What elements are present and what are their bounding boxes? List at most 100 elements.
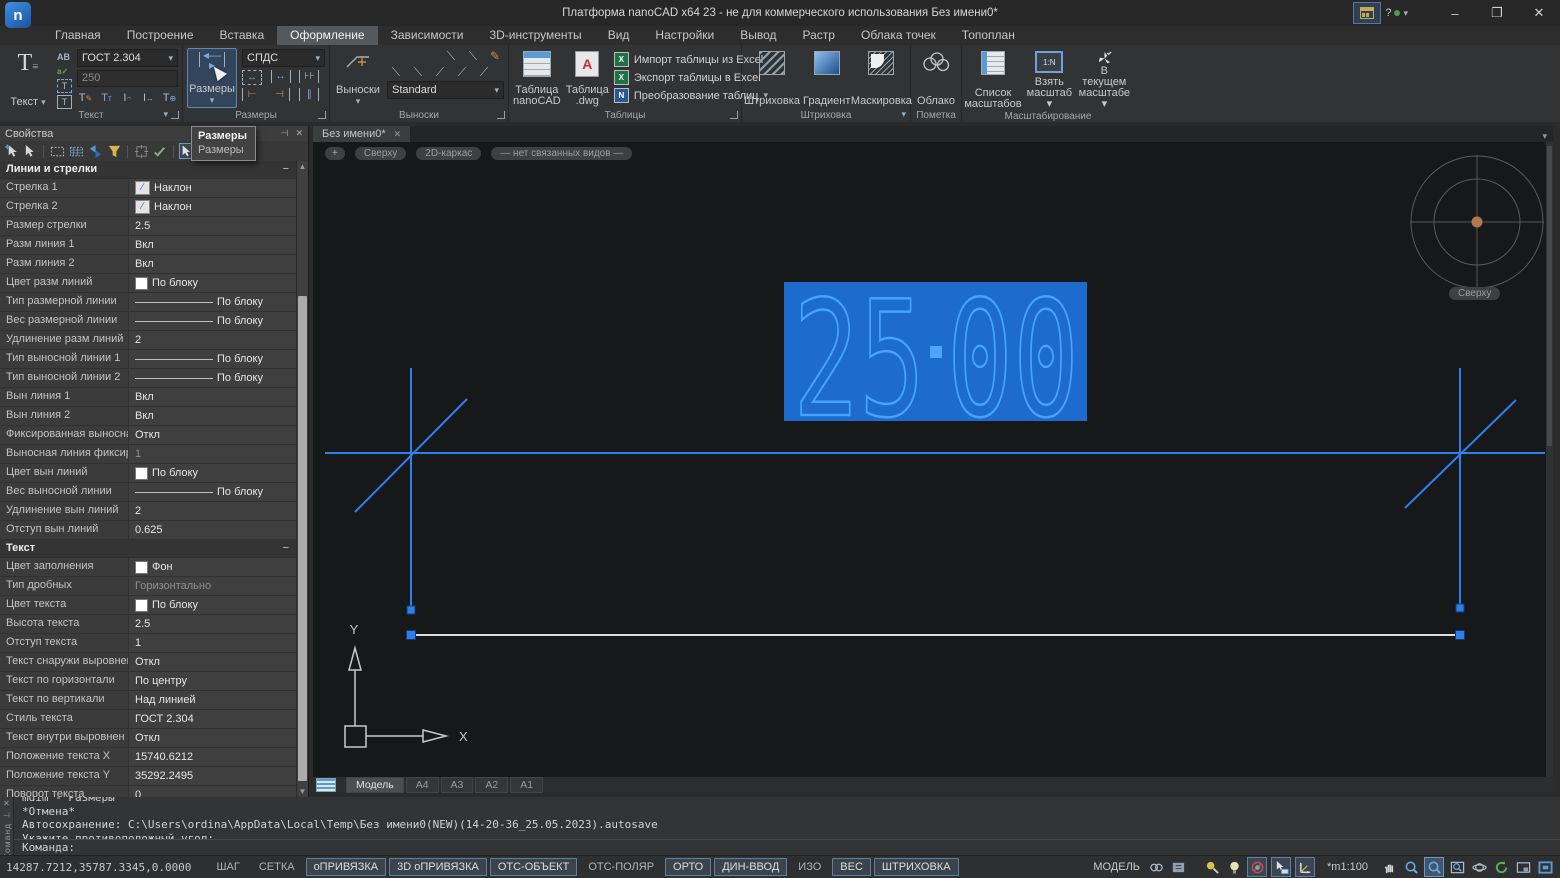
ribbon-tab-Построение[interactable]: Построение [114, 26, 207, 45]
property-value[interactable]: 1 [129, 634, 297, 652]
drawing-canvas[interactable]: + Сверху2D-каркас— нет связанных видов —… [313, 142, 1553, 777]
button-Маскировка[interactable]: Маскировка [855, 48, 907, 108]
property-value[interactable]: По блоку [129, 596, 297, 614]
layout-tab-A1[interactable]: A1 [510, 777, 543, 793]
layout-list-icon[interactable] [316, 778, 336, 792]
document-tab[interactable]: Без имени0* ✕ [313, 126, 410, 142]
viewport-pill-Сверху[interactable]: Сверху [355, 147, 406, 160]
properties-scrollbar[interactable]: ▲ ▼ [296, 161, 308, 797]
ribbon-tab-3D-инструменты[interactable]: 3D-инструменты [476, 26, 594, 45]
dims-button[interactable]: ◂—▸ Размеры▾ [187, 48, 237, 108]
leader-node-icon[interactable]: ⟍ [387, 65, 405, 79]
autosnap-off-icon[interactable] [1247, 857, 1267, 877]
property-value[interactable]: Откл [129, 426, 297, 444]
space-label[interactable]: МОДЕЛЬ [1093, 861, 1140, 873]
navigation-wheel[interactable] [1410, 155, 1544, 289]
pan-hand-icon[interactable] [1380, 858, 1398, 876]
grip-move-icon[interactable] [133, 143, 149, 159]
scroll-up-icon[interactable]: ▲ [297, 161, 308, 172]
text-height-input[interactable]: 250 [77, 70, 178, 87]
fullscreen-icon[interactable] [1536, 858, 1554, 876]
property-value[interactable]: 2.5 [129, 217, 297, 235]
text-insert-icon[interactable]: T⊕ [161, 90, 178, 106]
ribbon-tab-Вставка[interactable]: Вставка [207, 26, 278, 45]
viewport-icon[interactable] [1514, 858, 1532, 876]
leader-collect-icon[interactable]: ⟋ [475, 65, 493, 79]
close-tab-icon[interactable]: ✕ [394, 129, 402, 140]
dialog-launcher-icon[interactable] [318, 111, 326, 119]
layout-tab-Модель[interactable]: Модель [346, 777, 404, 793]
leader-multi-icon[interactable]: ⟍ [464, 49, 482, 63]
collapse-icon[interactable]: − [283, 540, 289, 557]
zoom-icon[interactable] [1402, 858, 1420, 876]
ribbon-tab-Оформление[interactable]: Оформление [277, 26, 377, 45]
selected-dimension[interactable]: 25 00 [325, 266, 1545, 614]
select-add-cursor-icon[interactable] [3, 143, 19, 159]
leader-chain-icon[interactable]: ⟍ [409, 65, 427, 79]
button-Взять масштаб[interactable]: 1:NВзять масштаб ▾ [1025, 48, 1074, 111]
zoom-realtime-icon[interactable] [1424, 857, 1444, 877]
viewport-pill-— нет связанных видов —[interactable]: — нет связанных видов — [491, 147, 632, 160]
dim-style-dropdown[interactable]: СПДС▾ [242, 49, 325, 67]
close-icon[interactable]: ✕ [3, 799, 10, 808]
ribbon-tab-Облака точек[interactable]: Облака точек [848, 26, 949, 45]
grid-select-icon[interactable] [68, 143, 84, 159]
toggle-ИЗО[interactable]: ИЗО [790, 858, 829, 876]
panel-footer-dims[interactable]: Размеры [183, 108, 329, 122]
layout-tab-A4[interactable]: A4 [406, 777, 439, 793]
text-align-icon[interactable]: I↔ [140, 90, 157, 106]
leader-add-icon[interactable]: ⟋ [431, 65, 449, 79]
property-value[interactable]: Откл [129, 653, 297, 671]
button-Градиент[interactable]: Градиент [803, 48, 850, 108]
dyn-ucs-icon[interactable] [1295, 857, 1315, 877]
text-box-icon[interactable]: T [57, 79, 72, 93]
panel-footer-mark[interactable]: Пометка [911, 108, 961, 122]
dim-oblique-icon[interactable]: ∥ [299, 88, 325, 101]
dim-ordinate-icon[interactable]: ⊣ [271, 88, 297, 101]
toggle-ШАГ[interactable]: ШАГ [208, 858, 247, 876]
rect-select-icon[interactable] [49, 143, 65, 159]
property-value[interactable]: 2 [129, 502, 297, 520]
property-value[interactable]: Над линией [129, 691, 297, 709]
defpoint-grip[interactable] [407, 606, 415, 614]
property-value[interactable]: 1 [129, 445, 297, 463]
property-value[interactable]: По блоку [129, 483, 297, 501]
property-value[interactable]: 35292.2495 [129, 767, 297, 785]
pin-icon[interactable]: ⊣ [3, 811, 10, 820]
ribbon-tab-Вид[interactable]: Вид [595, 26, 643, 45]
property-value[interactable]: По блоку [129, 274, 297, 292]
ribbon-tab-Растр[interactable]: Растр [790, 26, 848, 45]
leader-style-dropdown[interactable]: Standard▾ [387, 81, 504, 99]
restore-button[interactable]: ❐ [1476, 0, 1518, 26]
text-grip[interactable] [930, 346, 942, 358]
property-value[interactable]: 2.5 [129, 615, 297, 633]
help-icon[interactable]: ?▾ [1385, 7, 1408, 19]
annotation-scale-label[interactable]: *m1:100 [1327, 861, 1368, 873]
panel-footer-hatch[interactable]: Штриховка ▾ [742, 108, 910, 122]
table-nanocad-button[interactable]: Таблица nanoCAD [513, 48, 561, 108]
property-value[interactable]: Вкл [129, 407, 297, 425]
property-value[interactable]: По блоку [129, 312, 297, 330]
snap-cursor-light-icon[interactable] [1203, 858, 1221, 876]
viewport-pill-2D-каркас[interactable]: 2D-каркас [416, 147, 481, 160]
endpoint-grip[interactable] [1456, 631, 1465, 640]
dialog-launcher-icon[interactable] [730, 111, 738, 119]
dim-quick-icon[interactable]: ↔ [242, 70, 268, 85]
property-value[interactable]: ∕Наклон [129, 179, 297, 197]
toggle-ОТС-ПОЛЯР[interactable]: ОТС-ПОЛЯР [580, 858, 662, 876]
property-value[interactable]: По блоку [129, 293, 297, 311]
ribbon-tab-Вывод[interactable]: Вывод [727, 26, 789, 45]
wheel-center-dot[interactable] [1472, 217, 1483, 228]
collapse-icon[interactable]: − [283, 161, 289, 178]
command-history[interactable]: mdim - Размеры*Отмена*Автосохранение: C:… [14, 797, 1560, 839]
ribbon-tab-Топоплан[interactable]: Топоплан [949, 26, 1028, 45]
toggle-ОРТО[interactable]: ОРТО [665, 858, 711, 876]
panel-footer-tables[interactable]: Таблицы [509, 108, 741, 122]
panel-footer-scale[interactable]: Масштабирование [962, 111, 1134, 122]
properties-section-header[interactable]: Текст− [0, 540, 297, 558]
leaders-button[interactable]: Выноски ▾ [334, 48, 382, 108]
scrollbar-thumb[interactable] [298, 296, 307, 781]
close-icon[interactable]: ✕ [295, 128, 303, 139]
text-case-icon[interactable]: Tт [98, 90, 115, 106]
property-value[interactable]: Вкл [129, 255, 297, 273]
